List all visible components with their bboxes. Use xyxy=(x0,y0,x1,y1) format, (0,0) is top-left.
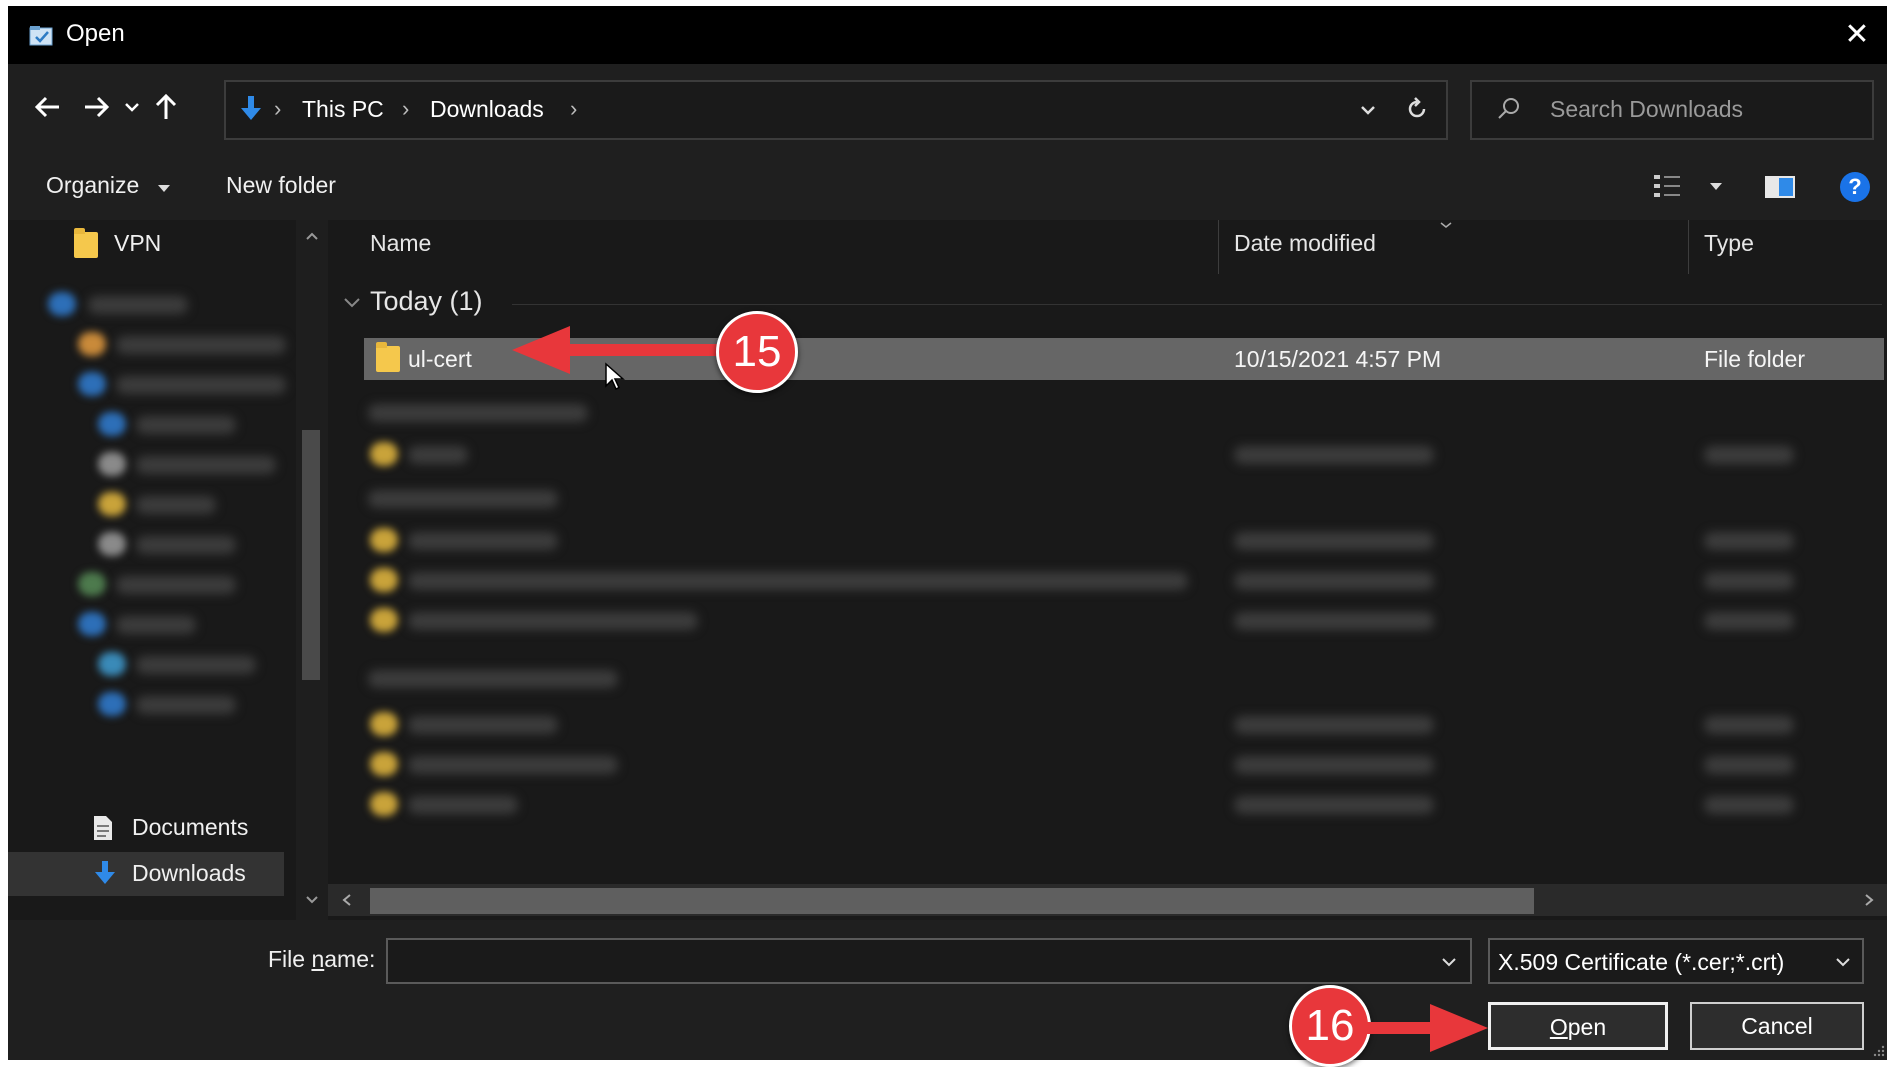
search-box[interactable]: Search Downloads xyxy=(1470,80,1874,140)
organize-label: Organize xyxy=(46,172,140,198)
annotation-arrow-16 xyxy=(1364,1004,1488,1052)
column-header-row: Name Date modified Type xyxy=(328,220,1887,274)
horizontal-scroll-thumb[interactable] xyxy=(370,888,1534,914)
navigation-bar: › This PC › Downloads › Search Downloads xyxy=(8,64,1887,156)
filter-dropdown-icon xyxy=(1836,958,1850,967)
downloads-icon xyxy=(95,861,115,884)
back-button[interactable] xyxy=(30,92,66,128)
column-divider[interactable] xyxy=(1688,220,1689,274)
view-dropdown-icon[interactable] xyxy=(1708,180,1724,192)
organize-button[interactable]: Organize xyxy=(38,164,180,210)
caret-down-icon xyxy=(158,185,170,192)
open-button[interactable]: Open xyxy=(1488,1002,1668,1050)
command-bar: Organize New folder ? xyxy=(8,156,1887,220)
collapse-chevron-icon xyxy=(344,298,360,308)
column-header-date-modified[interactable]: Date modified xyxy=(1234,230,1376,257)
folder-icon xyxy=(376,342,400,372)
annotation-badge-15: 15 xyxy=(716,311,798,393)
column-divider[interactable] xyxy=(1218,220,1219,274)
close-button[interactable]: ✕ xyxy=(1827,6,1887,64)
dialog-footer: File name: X.509 Certificate (*.cer;*.cr… xyxy=(8,920,1887,1060)
address-bar[interactable]: › This PC › Downloads › xyxy=(224,80,1448,140)
file-type: File folder xyxy=(1704,346,1805,372)
column-header-name[interactable]: Name xyxy=(370,230,431,257)
breadcrumb-separator-icon: › xyxy=(570,96,578,121)
documents-icon xyxy=(94,816,112,840)
arrow-right-icon xyxy=(85,96,110,118)
new-folder-button[interactable]: New folder xyxy=(226,172,336,199)
annotation-arrow-15 xyxy=(512,326,730,374)
close-icon: ✕ xyxy=(1844,18,1870,51)
file-type-filter-value: X.509 Certificate (*.cer;*.crt) xyxy=(1498,949,1785,975)
title-bar: Open ✕ xyxy=(8,6,1887,64)
group-header-label: Today (1) xyxy=(370,286,483,316)
file-date-modified: 10/15/2021 4:57 PM xyxy=(1234,346,1442,372)
scroll-right-icon[interactable] xyxy=(1862,892,1876,908)
recent-locations-button[interactable] xyxy=(120,92,144,128)
preview-pane-icon[interactable] xyxy=(1764,174,1796,200)
refresh-icon[interactable] xyxy=(1404,96,1430,122)
sidebar-item-vpn[interactable]: VPN xyxy=(8,222,284,266)
up-button[interactable] xyxy=(148,92,184,128)
resize-grip-icon[interactable] xyxy=(1872,1044,1886,1058)
blurred-sidebar-items xyxy=(8,264,292,814)
window-title: Open xyxy=(66,20,125,47)
sidebar-item-downloads[interactable]: Downloads xyxy=(8,852,284,896)
sidebar-scrollbar[interactable] xyxy=(296,220,328,920)
cancel-button[interactable]: Cancel xyxy=(1690,1002,1864,1050)
forward-button[interactable] xyxy=(78,92,114,128)
folder-icon xyxy=(74,228,98,258)
blurred-file-rows xyxy=(328,386,1887,906)
breadcrumb-separator-icon: › xyxy=(274,96,282,121)
file-name-label: File name: xyxy=(268,946,376,972)
sidebar-item-label: Downloads xyxy=(132,860,246,886)
file-name-dropdown-icon[interactable] xyxy=(1440,954,1458,970)
breadcrumb-this-pc[interactable]: This PC xyxy=(302,96,384,123)
arrow-left-icon xyxy=(34,96,59,118)
sort-indicator-icon xyxy=(1440,222,1452,228)
help-icon: ? xyxy=(1848,174,1862,199)
file-type-filter[interactable]: X.509 Certificate (*.cer;*.crt) xyxy=(1488,938,1864,984)
chevron-down-icon xyxy=(125,103,139,112)
address-dropdown-icon[interactable] xyxy=(1358,100,1378,120)
search-icon xyxy=(1498,98,1519,119)
sidebar-item-label: VPN xyxy=(114,230,162,256)
view-options-icon[interactable] xyxy=(1652,172,1686,200)
breadcrumb-downloads[interactable]: Downloads xyxy=(430,96,544,123)
sidebar-scroll-thumb[interactable] xyxy=(302,430,320,680)
sidebar-item-documents[interactable]: Documents xyxy=(8,806,284,850)
column-header-type[interactable]: Type xyxy=(1704,230,1754,257)
breadcrumb-separator-icon: › xyxy=(402,96,410,121)
horizontal-scrollbar[interactable] xyxy=(328,884,1887,916)
open-dialog-icon xyxy=(29,26,53,46)
sidebar-item-label: Documents xyxy=(132,814,249,840)
arrow-up-icon xyxy=(155,93,177,119)
file-name: ul-cert xyxy=(408,346,472,372)
navigation-pane: VPN Documents Downloads xyxy=(8,220,328,920)
scroll-down-icon[interactable] xyxy=(304,894,320,906)
file-name-input[interactable] xyxy=(386,938,1472,984)
search-placeholder: Search Downloads xyxy=(1550,96,1744,122)
downloads-icon xyxy=(241,96,261,120)
help-button[interactable]: ? xyxy=(1840,172,1870,202)
scroll-up-icon[interactable] xyxy=(304,230,320,242)
open-dialog: Open ✕ › This PC › Downloads › Search Do… xyxy=(8,6,1887,1060)
scroll-left-icon[interactable] xyxy=(340,892,354,908)
annotation-badge-16: 16 xyxy=(1289,985,1371,1067)
